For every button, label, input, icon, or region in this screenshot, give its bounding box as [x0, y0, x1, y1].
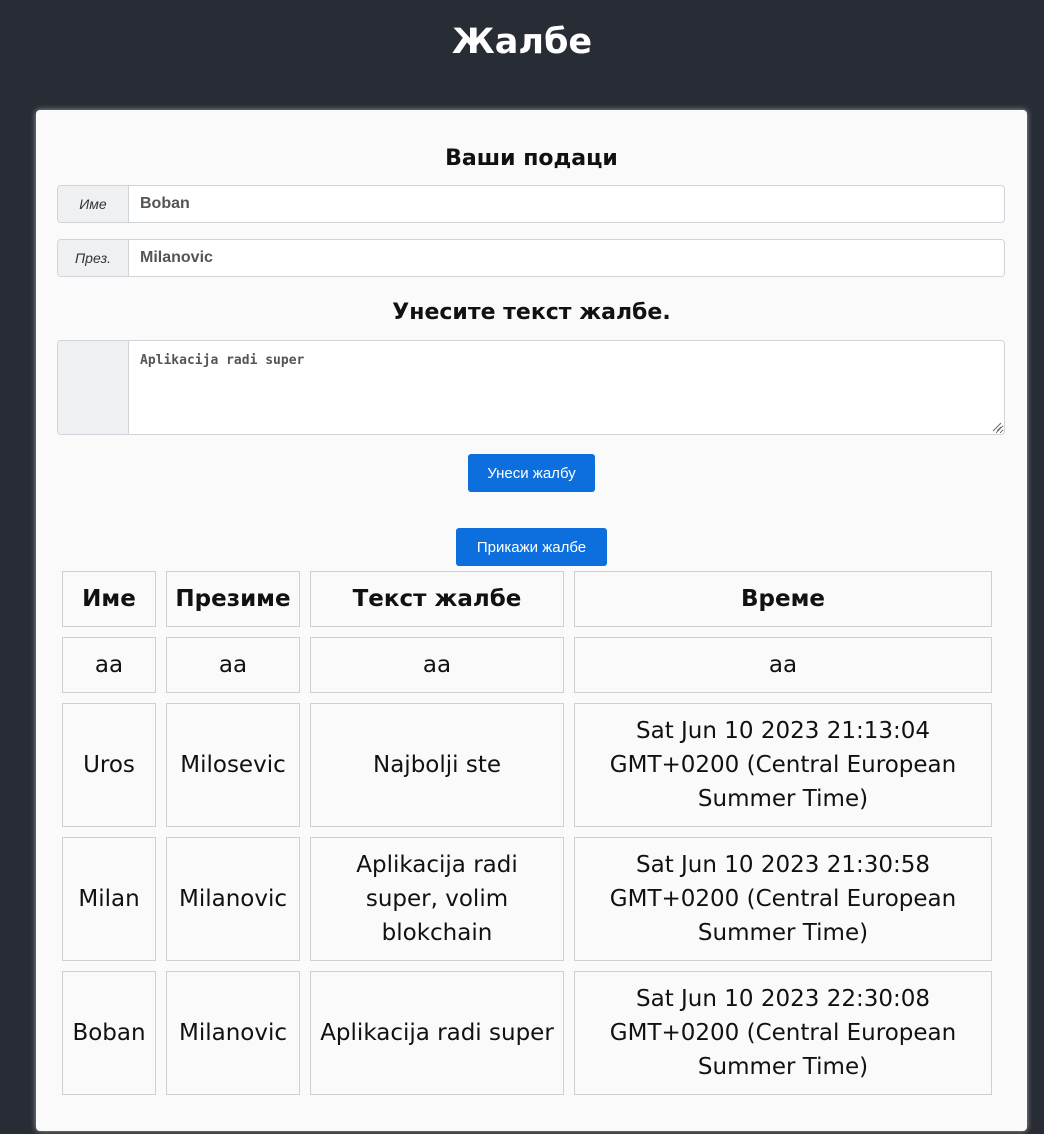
cell-last-name: Milanovic: [166, 837, 300, 961]
cell-time: Sat Jun 10 2023 22:30:08 GMT+0200 (Centr…: [574, 971, 992, 1095]
cell-first-name: Milan: [62, 837, 156, 961]
table-row: Uros Milosevic Najbolji ste Sat Jun 10 2…: [62, 703, 992, 827]
first-name-input[interactable]: [129, 186, 1004, 222]
table-row: aa aa aa aa: [62, 637, 992, 693]
header-last-name: Презиме: [166, 571, 300, 627]
cell-first-name: Uros: [62, 703, 156, 827]
cell-complaint-text: Aplikacija radi super, volim blokchain: [310, 837, 564, 961]
first-name-addon: Име: [58, 186, 129, 222]
complaint-text-title: Унесите текст жалбе.: [392, 300, 671, 325]
submit-complaint-button[interactable]: Унеси жалбу: [468, 454, 595, 492]
cell-time: Sat Jun 10 2023 21:13:04 GMT+0200 (Centr…: [574, 703, 992, 827]
complaints-card: Ваши подаци Име През. Унесите текст жалб…: [36, 110, 1027, 1131]
header-first-name: Име: [62, 571, 156, 627]
last-name-group: През.: [57, 239, 1005, 277]
cell-first-name: Boban: [62, 971, 156, 1095]
cell-complaint-text: Najbolji ste: [310, 703, 564, 827]
cell-last-name: Milosevic: [166, 703, 300, 827]
cell-first-name: aa: [62, 637, 156, 693]
page-title: Жалбе: [451, 22, 593, 62]
cell-complaint-text: aa: [310, 637, 564, 693]
complaint-text-addon: [58, 341, 129, 434]
cell-time: Sat Jun 10 2023 21:30:58 GMT+0200 (Centr…: [574, 837, 992, 961]
your-data-title: Ваши подаци: [445, 146, 618, 171]
header-time: Време: [574, 571, 992, 627]
cell-time: aa: [574, 637, 992, 693]
cell-complaint-text: Aplikacija radi super: [310, 971, 564, 1095]
cell-last-name: Milanovic: [166, 971, 300, 1095]
last-name-addon: През.: [58, 240, 129, 276]
cell-last-name: aa: [166, 637, 300, 693]
table-row: Milan Milanovic Aplikacija radi super, v…: [62, 837, 992, 961]
complaint-text-group: Aplikacija radi super: [57, 340, 1005, 435]
complaint-textarea[interactable]: Aplikacija radi super: [129, 341, 1004, 434]
complaints-table: Име Презиме Текст жалбе Време aa aa aa a…: [52, 561, 1002, 1105]
table-row: Boban Milanovic Aplikacija radi super Sa…: [62, 971, 992, 1095]
page-header: Жалбе: [0, 0, 1044, 88]
table-header-row: Име Презиме Текст жалбе Време: [62, 571, 992, 627]
last-name-input[interactable]: [129, 240, 1004, 276]
first-name-group: Име: [57, 185, 1005, 223]
header-complaint-text: Текст жалбе: [310, 571, 564, 627]
